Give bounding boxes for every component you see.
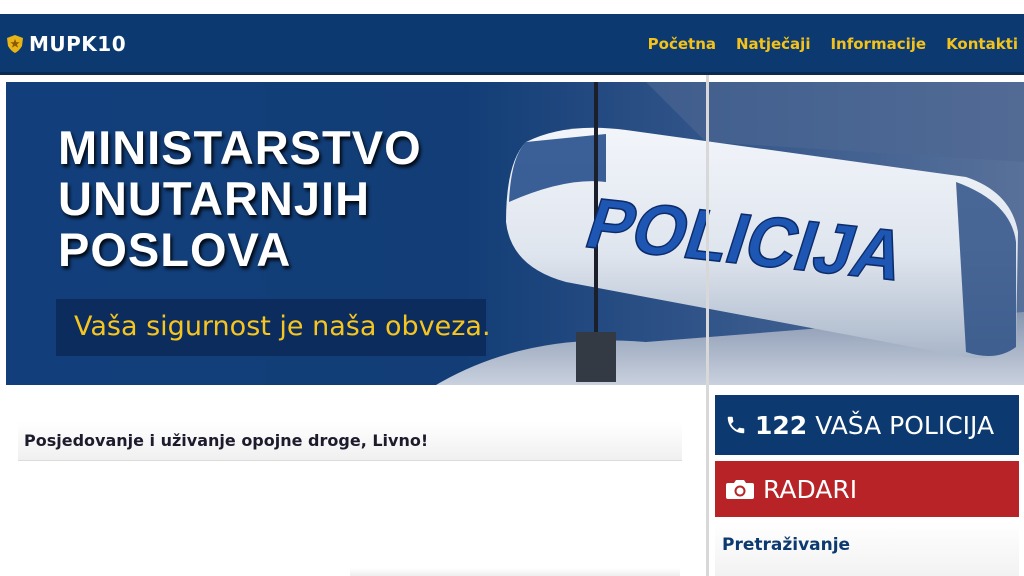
police-badge-icon — [7, 35, 23, 53]
radar-button[interactable]: RADARI — [715, 461, 1019, 517]
radar-label: RADARI — [763, 474, 858, 504]
hero-tagline-box: Vaša sigurnost je naša obveza. — [56, 299, 491, 356]
navbar: MUPK10 Početna Natječaji Informacije Kon… — [0, 14, 1024, 75]
brand-name: MUPK10 — [29, 32, 127, 56]
nav-item-natjecaji[interactable]: Natječaji — [736, 35, 810, 53]
brand[interactable]: MUPK10 — [7, 32, 126, 56]
post-title-bar[interactable]: Posjedovanje i uživanje opojne droge, Li… — [18, 422, 682, 461]
camera-icon — [726, 480, 754, 499]
search-heading: Pretraživanje — [722, 535, 851, 555]
search-panel: Pretraživanje — [715, 522, 1019, 576]
police-number: 122 — [755, 410, 808, 440]
hero-tagline: Vaša sigurnost je naša obveza. — [74, 311, 491, 342]
hero-banner: POLICIJA MINISTARSTVO UNUTARNJIH POSLOVA… — [6, 82, 1024, 385]
nav-item-pocetna[interactable]: Početna — [648, 35, 716, 53]
police-label: VAŠA POLICIJA — [815, 410, 995, 440]
phone-icon — [727, 416, 745, 434]
column-divider — [706, 75, 709, 576]
hero-title-line: POSLOVA — [58, 223, 292, 276]
top-strip — [0, 0, 1024, 14]
main-nav: Početna Natječaji Informacije Kontakti — [648, 35, 1018, 53]
content-divider — [350, 568, 680, 576]
post-title[interactable]: Posjedovanje i uživanje opojne droge, Li… — [24, 431, 428, 450]
nav-item-kontakti[interactable]: Kontakti — [946, 35, 1018, 53]
hero-title: MINISTARSTVO UNUTARNJIH POSLOVA — [58, 122, 422, 275]
police-122-button[interactable]: 122 VAŠA POLICIJA — [715, 395, 1019, 455]
hero-title-line: MINISTARSTVO — [58, 121, 422, 174]
nav-item-informacije[interactable]: Informacije — [830, 35, 926, 53]
hero-title-line: UNUTARNJIH — [58, 172, 371, 225]
